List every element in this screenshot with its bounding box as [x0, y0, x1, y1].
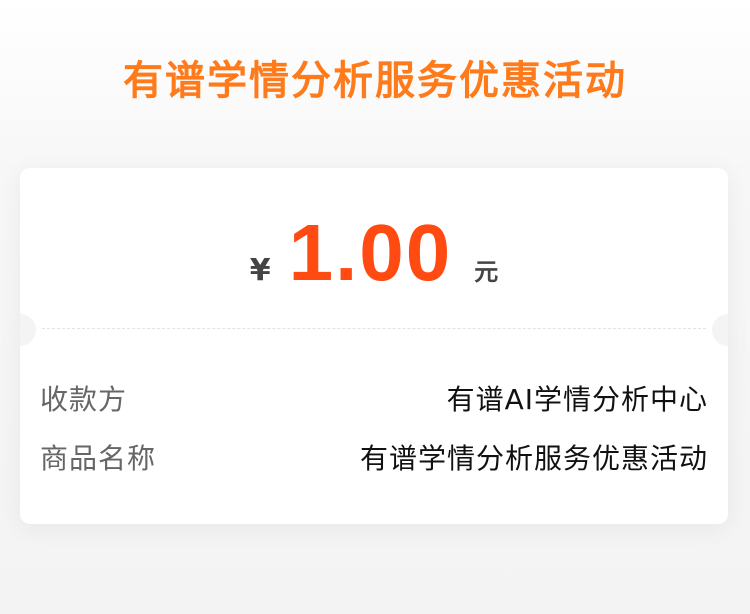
payee-value: 有谱AI学情分析中心: [446, 383, 708, 416]
dashed-divider: [42, 328, 706, 329]
product-name-label: 商品名称: [40, 442, 157, 475]
currency-unit: 元: [474, 258, 499, 286]
amount-row: ¥ 1.00 元: [20, 208, 728, 298]
payee-row: 收款方 有谱AI学情分析中心: [40, 378, 708, 418]
currency-symbol: ¥: [249, 253, 271, 288]
page-title: 有谱学情分析服务优惠活动: [123, 58, 627, 104]
amount-value: 1.00: [288, 208, 453, 297]
ticket-notch-right: [712, 314, 728, 346]
product-name-value: 有谱学情分析服务优惠活动: [359, 442, 708, 475]
payment-card: ¥ 1.00 元 收款方 有谱AI学情分析中心 商品名称 有谱学情分析服务优惠活…: [20, 168, 728, 524]
payee-label: 收款方: [40, 383, 128, 416]
ticket-notch-left: [20, 314, 36, 346]
product-name-row: 商品名称 有谱学情分析服务优惠活动: [40, 437, 708, 477]
